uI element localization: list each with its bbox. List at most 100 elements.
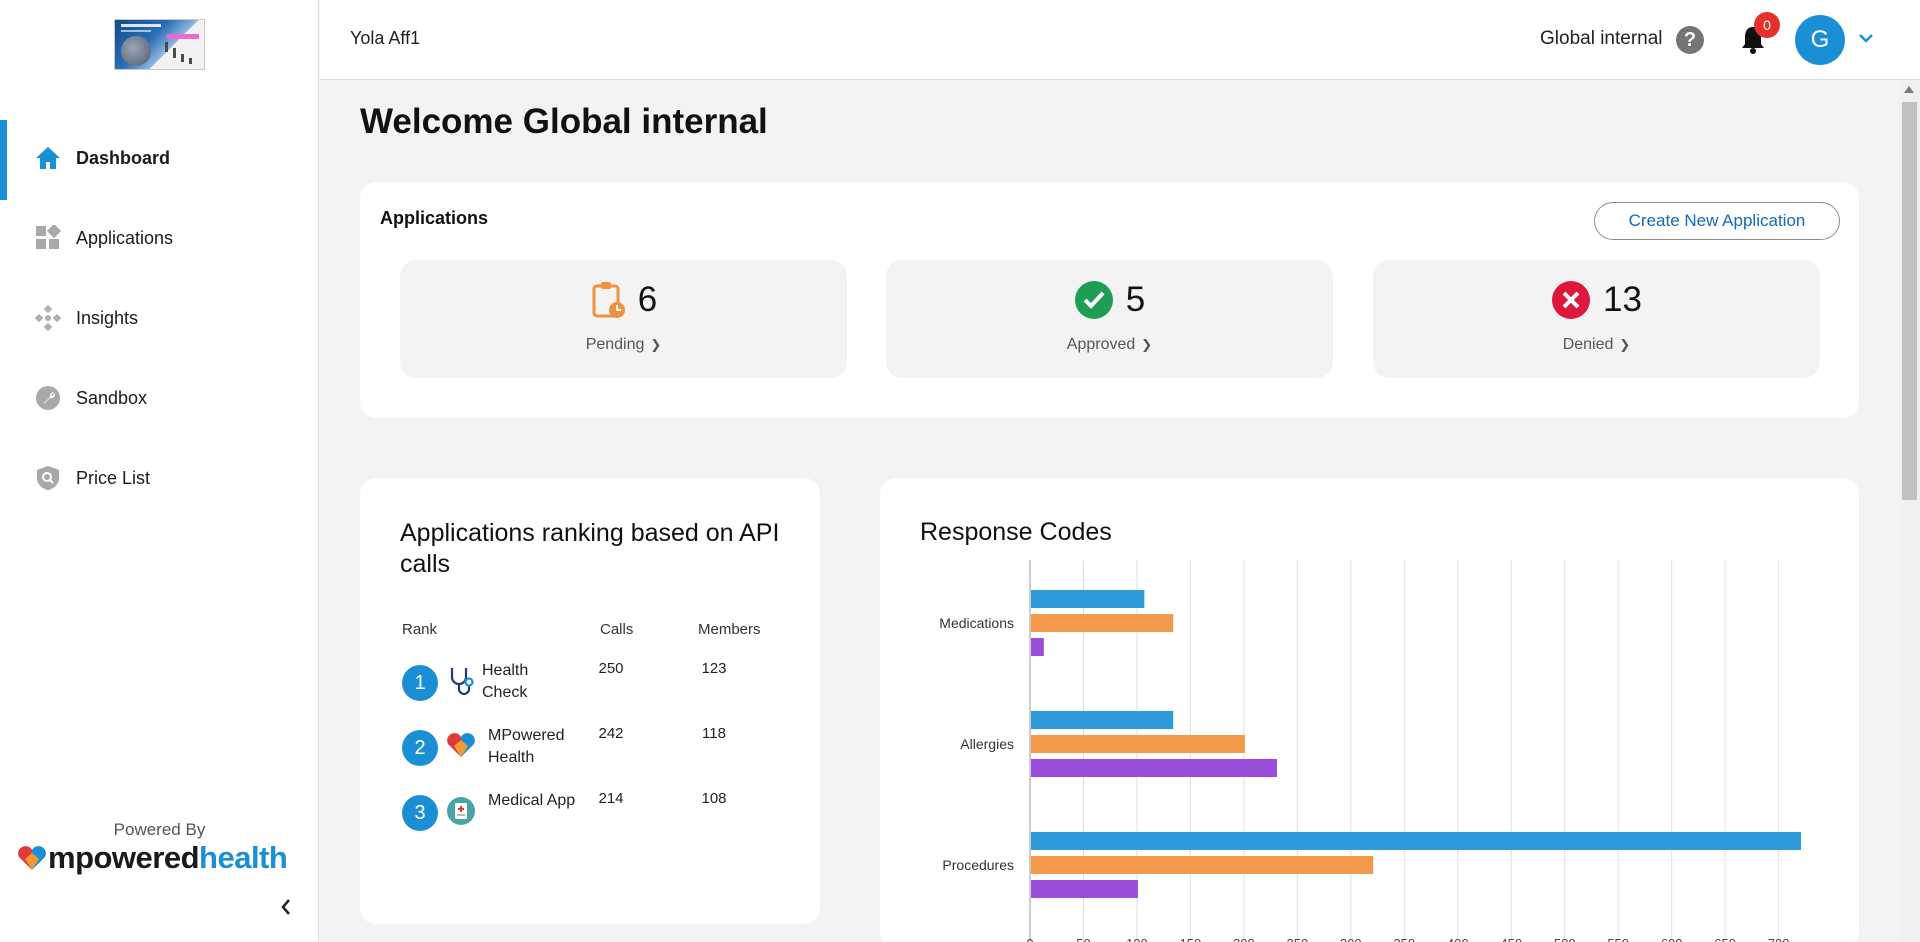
x-tick-label: 700 bbox=[1768, 936, 1790, 942]
chevron-down-icon[interactable] bbox=[1858, 30, 1874, 46]
app-name: MPowered Health bbox=[488, 727, 565, 766]
wrench-icon bbox=[35, 385, 61, 411]
denied-label: Denied bbox=[1562, 336, 1614, 353]
brand-heart-icon bbox=[18, 846, 46, 870]
notification-count-badge: 0 bbox=[1754, 12, 1780, 38]
app-members: 118 bbox=[702, 725, 726, 742]
bar[interactable] bbox=[1031, 638, 1044, 656]
x-tick-label: 650 bbox=[1714, 936, 1736, 942]
chevron-right-icon: ❯ bbox=[1141, 337, 1153, 352]
mpowered-health-logo: mpowered health bbox=[17, 840, 288, 876]
x-tick-label: 0 bbox=[1026, 936, 1033, 942]
ranking-row: 1 Health Check 250 123 bbox=[402, 660, 802, 720]
avatar[interactable]: G bbox=[1795, 15, 1845, 65]
app-name: Health Check bbox=[482, 662, 529, 701]
brand-text-mpowered: mpowered bbox=[48, 840, 200, 875]
members-column-header: Members bbox=[698, 621, 761, 638]
bar[interactable] bbox=[1031, 880, 1138, 898]
bar[interactable] bbox=[1031, 711, 1174, 729]
shield-search-icon bbox=[35, 465, 61, 491]
applications-card: Applications Create New Application 6 Pe… bbox=[360, 182, 1859, 418]
organization-logo bbox=[114, 19, 205, 70]
denied-stat-card[interactable]: 13 Denied ❯ bbox=[1373, 260, 1820, 378]
sidebar-item-price-list[interactable]: Price List bbox=[0, 438, 319, 518]
clipboard-clock-icon bbox=[592, 282, 625, 318]
mpowered-health-app-icon bbox=[447, 733, 475, 757]
x-tick-label: 600 bbox=[1661, 936, 1683, 942]
top-header: Yola Aff1 Global internal ? 0 G bbox=[320, 0, 1920, 80]
x-tick-label: 250 bbox=[1287, 936, 1309, 942]
close-circle-icon bbox=[1552, 281, 1591, 319]
x-tick-label: 500 bbox=[1554, 936, 1576, 942]
organization-name: Yola Aff1 bbox=[350, 28, 421, 48]
sidebar-nav: Dashboard Applications Insights Sandbox … bbox=[0, 118, 319, 518]
bar[interactable] bbox=[1031, 759, 1277, 777]
sidebar-item-label: Applications bbox=[76, 227, 174, 248]
category-label: Allergies bbox=[960, 736, 1014, 752]
approved-label: Approved bbox=[1066, 336, 1136, 353]
app-calls: 250 bbox=[598, 660, 624, 677]
sidebar: Dashboard Applications Insights Sandbox … bbox=[0, 0, 319, 942]
x-tick-label: 200 bbox=[1233, 936, 1255, 942]
bar[interactable] bbox=[1031, 856, 1374, 874]
insights-icon bbox=[35, 305, 61, 331]
rank-number: 1 bbox=[402, 665, 438, 701]
rank-number: 2 bbox=[402, 730, 438, 766]
sidebar-item-insights[interactable]: Insights bbox=[0, 278, 319, 358]
sidebar-item-sandbox[interactable]: Sandbox bbox=[0, 358, 319, 438]
x-tick-label: 150 bbox=[1180, 936, 1202, 942]
chevron-left-icon bbox=[281, 899, 290, 915]
pending-count: 6 bbox=[637, 280, 658, 319]
page-scrollbar[interactable] bbox=[1899, 80, 1920, 942]
apps-grid-icon bbox=[35, 225, 61, 251]
ranking-row: 2 MPowered Health 242 118 bbox=[402, 725, 802, 785]
scrollbar-thumb[interactable] bbox=[1902, 102, 1917, 500]
approved-count: 5 bbox=[1125, 280, 1146, 319]
category-label: Procedures bbox=[942, 857, 1014, 873]
sidebar-item-applications[interactable]: Applications bbox=[0, 198, 319, 278]
ranking-title: Applications ranking based on API calls bbox=[400, 519, 780, 578]
collapse-sidebar-button[interactable] bbox=[276, 894, 296, 920]
page-title: Welcome Global internal bbox=[360, 102, 768, 141]
app-calls: 242 bbox=[598, 725, 624, 742]
sidebar-item-dashboard[interactable]: Dashboard bbox=[0, 118, 319, 200]
bar[interactable] bbox=[1031, 590, 1145, 608]
pending-stat-card[interactable]: 6 Pending ❯ bbox=[400, 260, 847, 378]
bar[interactable] bbox=[1031, 614, 1174, 632]
x-tick-label: 50 bbox=[1076, 936, 1090, 942]
scroll-up-arrow-icon[interactable] bbox=[1904, 86, 1914, 93]
x-tick-label: 450 bbox=[1500, 936, 1522, 942]
applications-ranking-card: Applications ranking based on API calls … bbox=[360, 478, 820, 924]
x-tick-label: 550 bbox=[1607, 936, 1629, 942]
x-tick-label: 100 bbox=[1126, 936, 1148, 942]
chevron-right-icon: ❯ bbox=[650, 337, 662, 352]
sidebar-item-label: Insights bbox=[76, 307, 139, 328]
sidebar-item-label: Dashboard bbox=[76, 147, 171, 168]
rank-column-header: Rank bbox=[402, 621, 438, 638]
x-tick-label: 300 bbox=[1340, 936, 1362, 942]
app-calls: 214 bbox=[598, 790, 624, 807]
ranking-row: 3 Medical App 214 108 bbox=[402, 790, 802, 850]
category-label: Medications bbox=[939, 615, 1014, 631]
approved-stat-card[interactable]: 5 Approved ❯ bbox=[886, 260, 1333, 378]
create-new-application-button[interactable]: Create New Application bbox=[1594, 202, 1840, 240]
home-icon bbox=[35, 145, 61, 171]
x-tick-label: 350 bbox=[1393, 936, 1415, 942]
sidebar-item-label: Price List bbox=[76, 467, 151, 488]
app-members: 108 bbox=[701, 790, 727, 807]
app-members: 123 bbox=[701, 660, 727, 677]
response-codes-card: Response Codes 0501001502002503003504004… bbox=[880, 478, 1859, 942]
bar[interactable] bbox=[1031, 832, 1801, 850]
app-name: Medical App bbox=[488, 792, 576, 809]
check-circle-icon bbox=[1074, 281, 1113, 319]
calls-column-header: Calls bbox=[600, 621, 634, 638]
bar[interactable] bbox=[1031, 735, 1245, 753]
powered-by-label: Powered By bbox=[113, 820, 206, 839]
pending-label: Pending bbox=[585, 336, 645, 353]
response-codes-chart: 0 50 100 150 200 250 300 350 400 450 500 550 600 650 7… bbox=[939, 560, 1801, 942]
sidebar-item-label: Sandbox bbox=[76, 387, 148, 408]
help-icon[interactable]: ? bbox=[1676, 26, 1704, 54]
medical-app-icon bbox=[447, 797, 475, 825]
x-tick-label: 400 bbox=[1447, 936, 1469, 942]
stethoscope-icon bbox=[450, 668, 474, 696]
